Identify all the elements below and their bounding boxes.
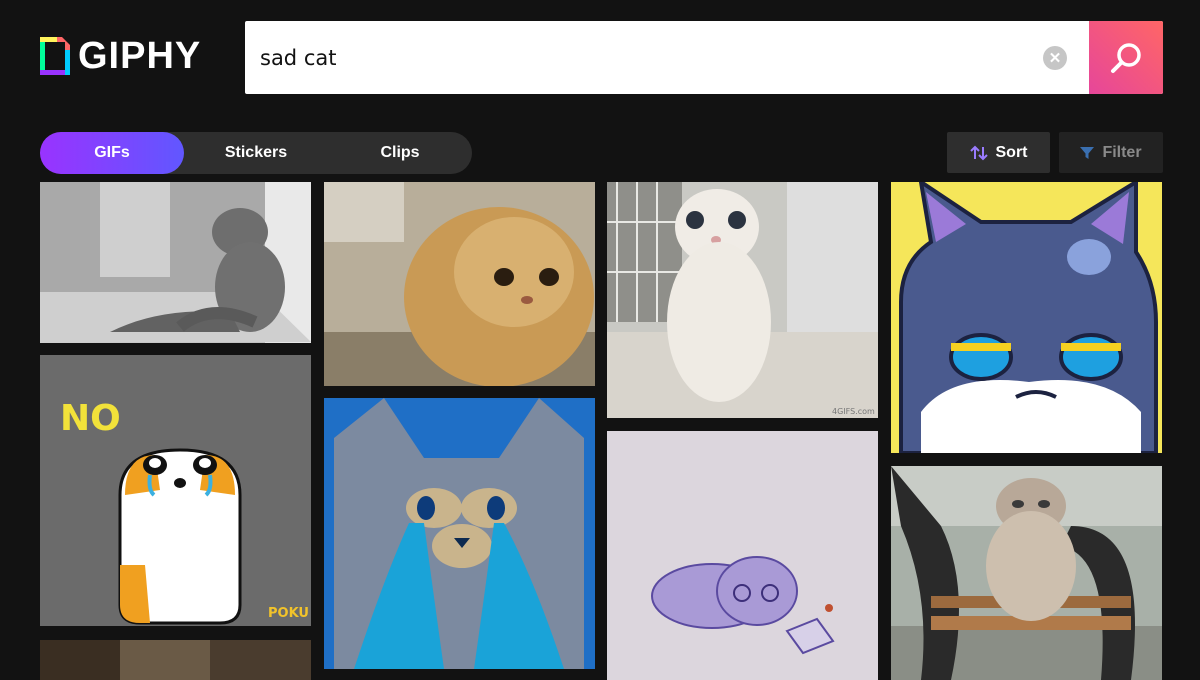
gif-result-crying-calico-sticker[interactable]: NO POKU: [40, 355, 311, 626]
giphy-logo[interactable]: GIPHY: [40, 34, 202, 77]
tab-gifs[interactable]: GIFs: [40, 132, 184, 174]
poku-watermark: POKU: [268, 606, 309, 621]
search-button[interactable]: [1089, 21, 1163, 94]
sticker-no-text: NO: [60, 398, 121, 439]
content-type-tabs: GIFs Stickers Clips: [40, 132, 472, 174]
gif-result-white-kitten-standing[interactable]: 4GIFS.com: [607, 182, 878, 418]
sort-label: Sort: [995, 143, 1028, 161]
tab-stickers[interactable]: Stickers: [184, 132, 328, 174]
4gifs-watermark: 4GIFS.com: [832, 407, 875, 416]
filter-icon: [1080, 146, 1095, 159]
gif-result-sad-gray-cat-sitting[interactable]: [40, 182, 311, 343]
clear-search-button[interactable]: ✕: [1043, 45, 1067, 70]
gif-result-partial-brown[interactable]: [40, 640, 311, 680]
giphy-search-page: GIPHY ✕ GIFs Stickers Clips Sort Filter: [0, 0, 1200, 680]
gif-result-sad-persian-kitten[interactable]: [324, 182, 595, 386]
search-icon: [1111, 42, 1141, 73]
gif-result-lavender-cat-letter[interactable]: [607, 431, 878, 680]
close-icon: ✕: [1048, 49, 1062, 67]
gif-result-cat-on-bench[interactable]: [891, 466, 1162, 680]
sort-button[interactable]: Sort: [947, 132, 1050, 173]
giphy-logo-text: GIPHY: [78, 34, 202, 77]
sort-icon: [969, 145, 988, 160]
gif-result-cartoon-crying-cat[interactable]: [891, 182, 1162, 453]
search-bar: ✕: [245, 21, 1163, 94]
filter-label: Filter: [1102, 143, 1142, 161]
search-input[interactable]: [245, 21, 1043, 94]
giphy-logo-icon: [40, 37, 70, 75]
filter-button[interactable]: Filter: [1059, 132, 1163, 173]
gif-result-crying-blue-cat[interactable]: [324, 398, 595, 669]
tab-clips[interactable]: Clips: [328, 132, 472, 174]
